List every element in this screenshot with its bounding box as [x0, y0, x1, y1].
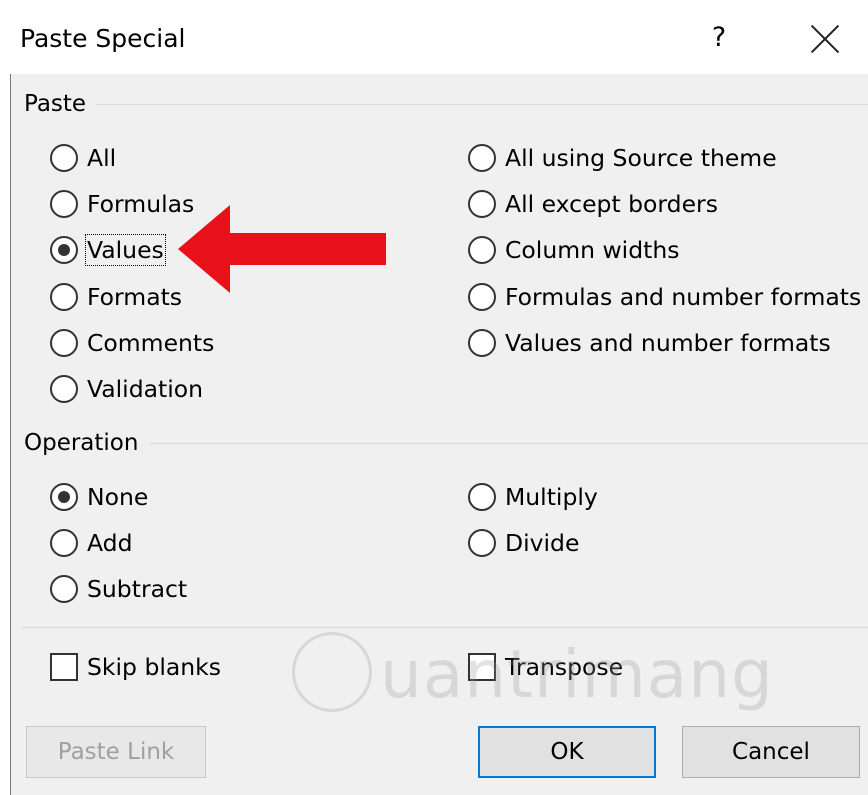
paste-option-values[interactable]: Values [50, 233, 166, 267]
paste-option-all-except-borders[interactable]: All except borders [468, 187, 718, 221]
option-label: Validation [87, 375, 204, 403]
operation-group-line [150, 443, 868, 444]
paste-option-all-source-theme[interactable]: All using Source theme [468, 141, 777, 175]
paste-option-formats[interactable]: Formats [50, 280, 182, 314]
option-label: Formulas and number formats [505, 283, 862, 311]
paste-link-button[interactable]: Paste Link [26, 726, 206, 778]
radio-comments[interactable] [50, 329, 78, 357]
ok-button[interactable]: OK [478, 726, 656, 778]
radio-formats[interactable] [50, 283, 78, 311]
checkbox-transpose[interactable] [468, 653, 496, 681]
radio-divide[interactable] [468, 529, 496, 557]
cancel-button[interactable]: Cancel [682, 726, 860, 778]
operation-option-none[interactable]: None [50, 480, 148, 514]
option-label: None [87, 483, 149, 511]
radio-values-number-formats[interactable] [468, 329, 496, 357]
option-label: Values [85, 234, 166, 266]
paste-group-line [80, 104, 868, 105]
radio-formulas[interactable] [50, 190, 78, 218]
radio-none-selected[interactable] [50, 483, 78, 511]
paste-option-formulas-number-formats[interactable]: Formulas and number formats [468, 280, 861, 314]
checkbox-skip-blanks[interactable] [50, 653, 78, 681]
operation-option-multiply[interactable]: Multiply [468, 480, 598, 514]
transpose-checkbox[interactable]: Transpose [468, 650, 623, 684]
checkbox-label: Transpose [505, 653, 624, 681]
operation-option-add[interactable]: Add [50, 526, 133, 560]
radio-multiply[interactable] [468, 483, 496, 511]
radio-add[interactable] [50, 529, 78, 557]
radio-formulas-number-formats[interactable] [468, 283, 496, 311]
option-label: Subtract [87, 575, 188, 603]
radio-values-selected[interactable] [50, 236, 78, 264]
checkbox-label: Skip blanks [87, 653, 222, 681]
skip-blanks-checkbox[interactable]: Skip blanks [50, 650, 221, 684]
paste-group-label: Paste [24, 91, 97, 117]
operation-option-subtract[interactable]: Subtract [50, 572, 187, 606]
paste-option-all[interactable]: All [50, 141, 116, 175]
option-label: Values and number formats [505, 329, 831, 357]
radio-all-source-theme[interactable] [468, 144, 496, 172]
option-label: All [87, 144, 117, 172]
option-label: Formats [87, 283, 183, 311]
arrow-shape-icon [178, 205, 386, 293]
dialog-title: Paste Special [20, 24, 186, 53]
radio-all[interactable] [50, 144, 78, 172]
option-label: Column widths [505, 236, 680, 264]
option-label: Multiply [505, 483, 598, 511]
close-icon[interactable] [808, 22, 842, 56]
paste-option-validation[interactable]: Validation [50, 372, 203, 406]
operation-group-label: Operation [24, 430, 149, 456]
option-label: Add [87, 529, 133, 557]
title-bar: Paste Special ? [10, 0, 868, 74]
paste-option-column-widths[interactable]: Column widths [468, 233, 679, 267]
option-label: Comments [87, 329, 215, 357]
radio-column-widths[interactable] [468, 236, 496, 264]
paste-option-values-number-formats[interactable]: Values and number formats [468, 326, 831, 360]
red-arrow-annotation [178, 205, 386, 293]
radio-subtract[interactable] [50, 575, 78, 603]
radio-all-except-borders[interactable] [468, 190, 496, 218]
radio-validation[interactable] [50, 375, 78, 403]
operation-option-divide[interactable]: Divide [468, 526, 579, 560]
option-label: Divide [505, 529, 580, 557]
separator [22, 627, 868, 628]
paste-option-comments[interactable]: Comments [50, 326, 214, 360]
help-button[interactable]: ? [704, 22, 734, 53]
paste-option-formulas[interactable]: Formulas [50, 187, 194, 221]
option-label: All except borders [505, 190, 718, 218]
option-label: All using Source theme [505, 144, 777, 172]
